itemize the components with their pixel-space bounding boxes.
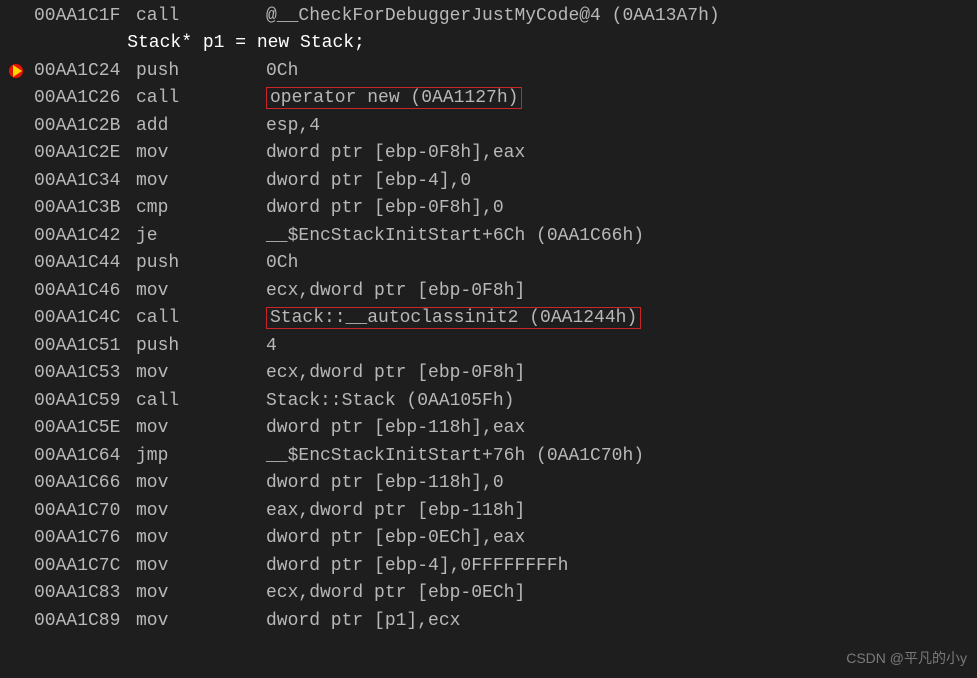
operand: dword ptr [ebp-0F8h],0 bbox=[266, 198, 504, 218]
asm-row[interactable]: 00AA1C5Emovdword ptr [ebp-118h],eax bbox=[0, 415, 977, 443]
asm-row[interactable]: 00AA1C3Bcmpdword ptr [ebp-0F8h],0 bbox=[0, 195, 977, 223]
mnemonic: jmp bbox=[136, 446, 266, 466]
operand: 4 bbox=[266, 336, 277, 356]
mnemonic: call bbox=[136, 6, 266, 26]
mnemonic: mov bbox=[136, 583, 266, 603]
asm-row[interactable]: 00AA1C51push4 bbox=[0, 332, 977, 360]
asm-row[interactable]: 00AA1C34movdword ptr [ebp-4],0 bbox=[0, 167, 977, 195]
mnemonic: mov bbox=[136, 473, 266, 493]
operand: 0Ch bbox=[266, 253, 298, 273]
address: 00AA1C66 bbox=[34, 473, 136, 493]
mnemonic: push bbox=[136, 336, 266, 356]
asm-row[interactable]: 00AA1C42je__$EncStackInitStart+6Ch (0AA1… bbox=[0, 222, 977, 250]
operand: Stack::Stack (0AA105Fh) bbox=[266, 391, 514, 411]
highlight-box: Stack::__autoclassinit2 (0AA1244h) bbox=[266, 307, 641, 329]
disassembly-view: 00AA1C1Fcall@__CheckForDebuggerJustMyCod… bbox=[0, 2, 977, 635]
operand: @__CheckForDebuggerJustMyCode@4 (0AA13A7… bbox=[266, 6, 720, 26]
address: 00AA1C26 bbox=[34, 88, 136, 108]
address: 00AA1C44 bbox=[34, 253, 136, 273]
breakpoint-current-arrow-icon[interactable] bbox=[9, 63, 25, 79]
address: 00AA1C42 bbox=[34, 226, 136, 246]
mnemonic: call bbox=[136, 391, 266, 411]
address: 00AA1C24 bbox=[34, 61, 136, 81]
asm-row[interactable]: 00AA1C26calloperator new (0AA1127h) bbox=[0, 85, 977, 113]
operand: ecx,dword ptr [ebp-0F8h] bbox=[266, 363, 525, 383]
asm-row[interactable]: 00AA1C64jmp__$EncStackInitStart+76h (0AA… bbox=[0, 442, 977, 470]
mnemonic: mov bbox=[136, 363, 266, 383]
address: 00AA1C34 bbox=[34, 171, 136, 191]
operand: dword ptr [ebp-0F8h],eax bbox=[266, 143, 525, 163]
asm-row[interactable]: 00AA1C66movdword ptr [ebp-118h],0 bbox=[0, 470, 977, 498]
address: 00AA1C53 bbox=[34, 363, 136, 383]
asm-row[interactable]: 00AA1C46movecx,dword ptr [ebp-0F8h] bbox=[0, 277, 977, 305]
operand: dword ptr [ebp-118h],0 bbox=[266, 473, 504, 493]
asm-row[interactable]: 00AA1C2Emovdword ptr [ebp-0F8h],eax bbox=[0, 140, 977, 168]
asm-row[interactable]: Stack* p1 = new Stack; bbox=[0, 30, 977, 58]
asm-row[interactable]: 00AA1C89movdword ptr [p1],ecx bbox=[0, 607, 977, 635]
address: 00AA1C59 bbox=[34, 391, 136, 411]
asm-row[interactable]: 00AA1C59callStack::Stack (0AA105Fh) bbox=[0, 387, 977, 415]
operand: __$EncStackInitStart+6Ch (0AA1C66h) bbox=[266, 226, 644, 246]
mnemonic: push bbox=[136, 61, 266, 81]
mnemonic: mov bbox=[136, 556, 266, 576]
asm-row[interactable]: 00AA1C24push0Ch bbox=[0, 57, 977, 85]
operand: ecx,dword ptr [ebp-0F8h] bbox=[266, 281, 525, 301]
operand: 0Ch bbox=[266, 61, 298, 81]
mnemonic: mov bbox=[136, 501, 266, 521]
operand: dword ptr [p1],ecx bbox=[266, 611, 460, 631]
operand: ecx,dword ptr [ebp-0ECh] bbox=[266, 583, 525, 603]
address: 00AA1C1F bbox=[34, 6, 136, 26]
address: 00AA1C76 bbox=[34, 528, 136, 548]
asm-row[interactable]: 00AA1C44push0Ch bbox=[0, 250, 977, 278]
address: 00AA1C51 bbox=[34, 336, 136, 356]
mnemonic: mov bbox=[136, 281, 266, 301]
mnemonic: je bbox=[136, 226, 266, 246]
address: 00AA1C70 bbox=[34, 501, 136, 521]
asm-row[interactable]: 00AA1C53movecx,dword ptr [ebp-0F8h] bbox=[0, 360, 977, 388]
operand: eax,dword ptr [ebp-118h] bbox=[266, 501, 525, 521]
mnemonic: add bbox=[136, 116, 266, 136]
asm-row[interactable]: 00AA1C83movecx,dword ptr [ebp-0ECh] bbox=[0, 580, 977, 608]
mnemonic: mov bbox=[136, 143, 266, 163]
address: 00AA1C46 bbox=[34, 281, 136, 301]
asm-row[interactable]: 00AA1C1Fcall@__CheckForDebuggerJustMyCod… bbox=[0, 2, 977, 30]
mnemonic: mov bbox=[136, 418, 266, 438]
address: 00AA1C4C bbox=[34, 308, 136, 328]
mnemonic: mov bbox=[136, 611, 266, 631]
mnemonic: push bbox=[136, 253, 266, 273]
mnemonic: call bbox=[136, 308, 266, 328]
source-line: Stack* p1 = new Stack; bbox=[34, 33, 365, 53]
asm-row[interactable]: 00AA1C2Baddesp,4 bbox=[0, 112, 977, 140]
asm-row[interactable]: 00AA1C70moveax,dword ptr [ebp-118h] bbox=[0, 497, 977, 525]
address: 00AA1C83 bbox=[34, 583, 136, 603]
address: 00AA1C2B bbox=[34, 116, 136, 136]
address: 00AA1C7C bbox=[34, 556, 136, 576]
address: 00AA1C64 bbox=[34, 446, 136, 466]
operand: Stack::__autoclassinit2 (0AA1244h) bbox=[266, 307, 641, 329]
operand: dword ptr [ebp-4],0 bbox=[266, 171, 471, 191]
mnemonic: cmp bbox=[136, 198, 266, 218]
asm-row[interactable]: 00AA1C7Cmovdword ptr [ebp-4],0FFFFFFFFh bbox=[0, 552, 977, 580]
address: 00AA1C5E bbox=[34, 418, 136, 438]
operand: dword ptr [ebp-4],0FFFFFFFFh bbox=[266, 556, 568, 576]
mnemonic: call bbox=[136, 88, 266, 108]
operand: esp,4 bbox=[266, 116, 320, 136]
operand: dword ptr [ebp-118h],eax bbox=[266, 418, 525, 438]
operand: dword ptr [ebp-0ECh],eax bbox=[266, 528, 525, 548]
watermark: CSDN @平凡的小y bbox=[846, 648, 967, 668]
mnemonic: mov bbox=[136, 528, 266, 548]
asm-row[interactable]: 00AA1C4CcallStack::__autoclassinit2 (0AA… bbox=[0, 305, 977, 333]
operand: __$EncStackInitStart+76h (0AA1C70h) bbox=[266, 446, 644, 466]
address: 00AA1C89 bbox=[34, 611, 136, 631]
gutter[interactable] bbox=[0, 63, 34, 79]
asm-row[interactable]: 00AA1C76movdword ptr [ebp-0ECh],eax bbox=[0, 525, 977, 553]
operand: operator new (0AA1127h) bbox=[266, 87, 522, 109]
address: 00AA1C2E bbox=[34, 143, 136, 163]
highlight-box: operator new (0AA1127h) bbox=[266, 87, 522, 109]
address: 00AA1C3B bbox=[34, 198, 136, 218]
mnemonic: mov bbox=[136, 171, 266, 191]
